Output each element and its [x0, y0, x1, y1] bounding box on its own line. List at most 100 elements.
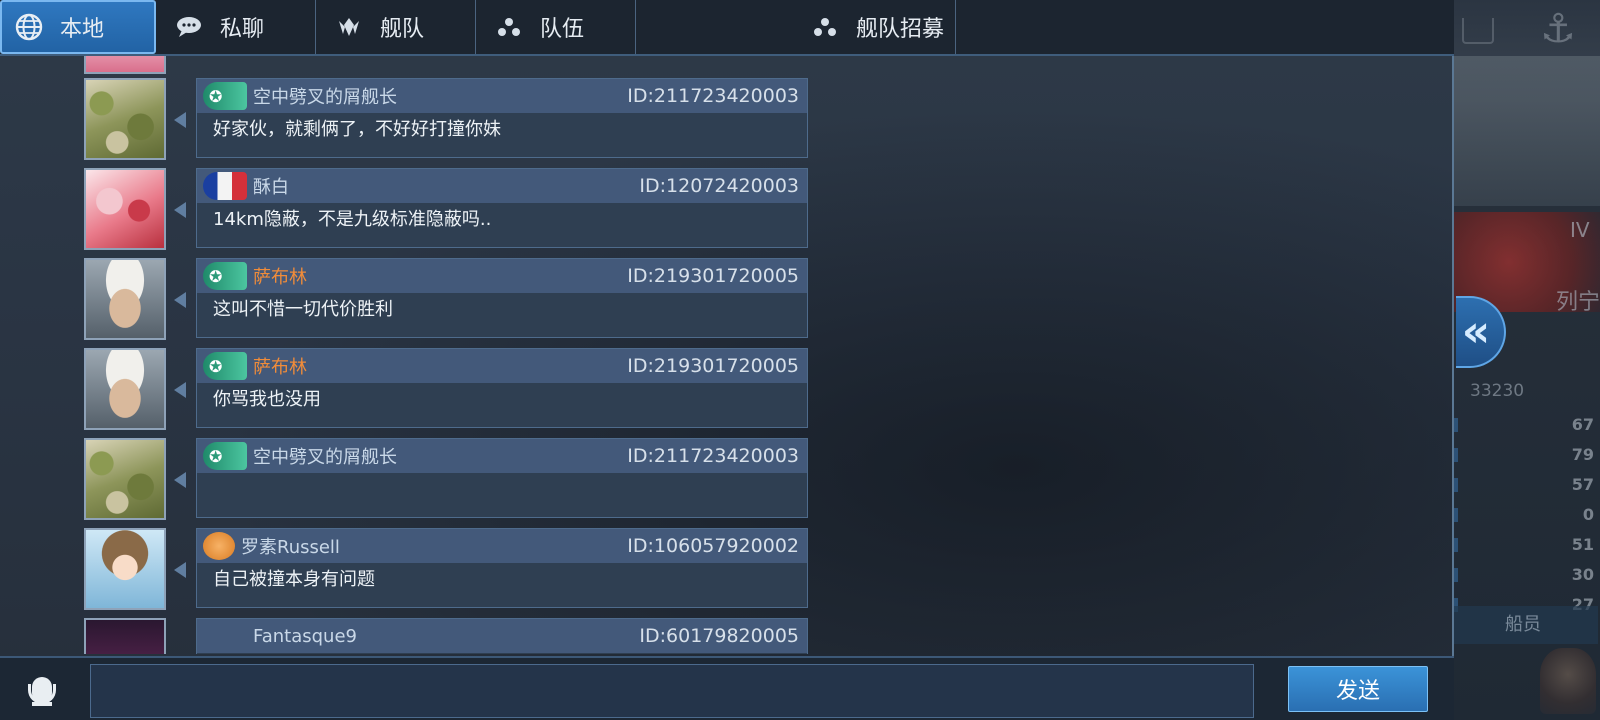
chat-message: ✪ 萨布林 ID:219301720005 这叫不惜一切代价胜利 [84, 258, 808, 340]
stat-row: 79 [1446, 440, 1596, 470]
message-header: ✪ 空中劈叉的屑舰长 ID:211723420003 [197, 79, 807, 113]
message-header: ✪ 萨布林 ID:219301720005 [197, 349, 807, 383]
team-dots-icon [808, 10, 842, 44]
avatar[interactable] [84, 78, 166, 160]
tab-label: 本地 [60, 17, 105, 42]
chat-tabs: 本地 私聊 舰队 队伍 舰队招募 [0, 0, 1454, 56]
sender-name[interactable]: 酥白 [253, 173, 639, 199]
anchor-icon: ⚓ [1540, 6, 1576, 52]
message-bubble[interactable]: ✪ 空中劈叉的屑舰长 ID:211723420003 好家伙，就剩俩了，不好好打… [196, 78, 808, 158]
sender-id: ID:60179820005 [639, 625, 799, 647]
bubble-pointer [174, 292, 186, 308]
sender-id: ID:211723420003 [627, 445, 799, 467]
tab-local[interactable]: 本地 [0, 0, 156, 54]
message-header: ✪ 空中劈叉的屑舰长 ID:211723420003 [197, 439, 807, 473]
fleet-badge-icon: ✪ [203, 262, 247, 290]
message-text [197, 473, 807, 483]
ship-power: 33230 [1470, 381, 1525, 401]
tab-label: 私聊 [220, 17, 265, 42]
message-text [197, 653, 807, 654]
message-bubble[interactable]: ✪ 空中劈叉的屑舰长 ID:211723420003 [196, 438, 808, 518]
stat-row: 0 [1446, 500, 1596, 530]
sender-name[interactable]: 罗素Russell [241, 533, 627, 559]
team-dots-icon [492, 10, 526, 44]
sender-name[interactable]: 萨布林 [253, 263, 627, 289]
sender-id: ID:211723420003 [627, 85, 799, 107]
avatar[interactable] [84, 528, 166, 610]
chat-window: 本地 私聊 舰队 队伍 舰队招募 ✪ 空中劈叉的屑舰长 ID:211723420… [0, 0, 1454, 720]
bubble-pointer [174, 112, 186, 128]
chat-message: ✪ 萨布林 ID:219301720005 你骂我也没用 [84, 348, 808, 430]
double-chevron-left-icon: « [1461, 306, 1491, 357]
message-header: 酥白 ID:12072420003 [197, 169, 807, 203]
captain-portrait[interactable] [1540, 648, 1596, 714]
tab-bar-filler [956, 0, 1454, 54]
chat-message: ✪ 空中劈叉的屑舰长 ID:211723420003 好家伙，就剩俩了，不好好打… [84, 78, 808, 160]
bubble-pointer [174, 472, 186, 488]
message-text: 自己被撞本身有问题 [213, 569, 375, 590]
tab-fleet-recruit[interactable]: 舰队招募 [636, 0, 956, 54]
shop-cart-icon [1462, 18, 1494, 44]
fleet-badge-icon: ✪ [203, 352, 247, 380]
ship-name: 列宁 [1556, 290, 1600, 315]
fleet-badge-icon: ✪ [203, 82, 247, 110]
stat-row: 57 [1446, 470, 1596, 500]
message-header: ✪ 萨布林 ID:219301720005 [197, 259, 807, 293]
message-header: 罗素Russell ID:106057920002 [197, 529, 807, 563]
stat-row: 67 [1446, 410, 1596, 440]
chat-message: 罗素Russell ID:106057920002 自己被撞本身有问题 [84, 528, 808, 610]
fleet-badge-icon: ✪ [203, 442, 247, 470]
message-text: 你骂我也没用 [213, 389, 321, 410]
message-text: 好家伙，就剩俩了，不好好打撞你妹 [213, 119, 501, 140]
tab-private-chat[interactable]: 私聊 [156, 0, 316, 54]
chat-message: 酥白 ID:12072420003 14km隐蔽，不是九级标准隐蔽吗.. [84, 168, 808, 250]
chat-message-input[interactable] [90, 664, 1254, 718]
tab-team[interactable]: 队伍 [476, 0, 636, 54]
avatar[interactable] [84, 348, 166, 430]
ship-stats: 67 79 57 0 51 30 27 [1446, 410, 1596, 620]
bubble-pointer [174, 202, 186, 218]
tab-label: 舰队 [380, 17, 425, 42]
ship-tier: IV [1570, 218, 1590, 242]
message-header: Fantasque9 ID:60179820005 [197, 619, 807, 653]
tab-fleet[interactable]: 舰队 [316, 0, 476, 54]
stat-row: 30 [1446, 560, 1596, 590]
empty-badge [203, 622, 247, 650]
bubble-pointer [174, 382, 186, 398]
sender-id: ID:106057920002 [627, 535, 799, 557]
sender-id: ID:12072420003 [639, 175, 799, 197]
message-text: 这叫不惜一切代价胜利 [213, 299, 393, 320]
orange-emblem-icon [203, 532, 235, 560]
sender-id: ID:219301720005 [627, 355, 799, 377]
tab-label: 队伍 [540, 17, 585, 42]
chat-message: Fantasque9 ID:60179820005 [84, 618, 808, 654]
message-list[interactable]: ✪ 空中劈叉的屑舰长 ID:211723420003 好家伙，就剩俩了，不好好打… [0, 56, 1454, 654]
message-bubble[interactable]: 酥白 ID:12072420003 14km隐蔽，不是九级标准隐蔽吗.. [196, 168, 808, 248]
message-bubble[interactable]: 罗素Russell ID:106057920002 自己被撞本身有问题 [196, 528, 808, 608]
message-bubble[interactable]: ✪ 萨布林 ID:219301720005 你骂我也没用 [196, 348, 808, 428]
globe-icon [12, 10, 46, 44]
crew-button[interactable]: 船员 [1448, 606, 1598, 644]
chat-message: ✪ 空中劈叉的屑舰长 ID:211723420003 [84, 438, 808, 520]
ship-preview [1448, 56, 1600, 206]
bubble-pointer [174, 562, 186, 578]
avatar[interactable] [84, 258, 166, 340]
sender-id: ID:219301720005 [627, 265, 799, 287]
game-screen: ⚓ IV 列宁 33230 67 79 57 0 51 30 27 船员 « 本… [0, 0, 1600, 720]
message-bubble[interactable]: Fantasque9 ID:60179820005 [196, 618, 808, 654]
france-flag-badge-icon [203, 172, 247, 200]
avatar[interactable] [84, 618, 166, 654]
stat-row: 51 [1446, 530, 1596, 560]
sender-name[interactable]: 空中劈叉的屑舰长 [253, 83, 627, 109]
avatar[interactable] [84, 168, 166, 250]
send-button[interactable]: 发送 [1288, 666, 1428, 712]
avatar[interactable] [84, 56, 166, 74]
message-text: 14km隐蔽，不是九级标准隐蔽吗.. [213, 209, 492, 230]
sender-name[interactable]: 空中劈叉的屑舰长 [253, 443, 627, 469]
message-bubble[interactable]: ✪ 萨布林 ID:219301720005 这叫不惜一切代价胜利 [196, 258, 808, 338]
sender-name[interactable]: Fantasque9 [253, 626, 639, 647]
avatar[interactable] [84, 438, 166, 520]
voice-input-button[interactable] [18, 668, 66, 712]
sender-name[interactable]: 萨布林 [253, 353, 627, 379]
fleet-emblem-icon [332, 10, 366, 44]
